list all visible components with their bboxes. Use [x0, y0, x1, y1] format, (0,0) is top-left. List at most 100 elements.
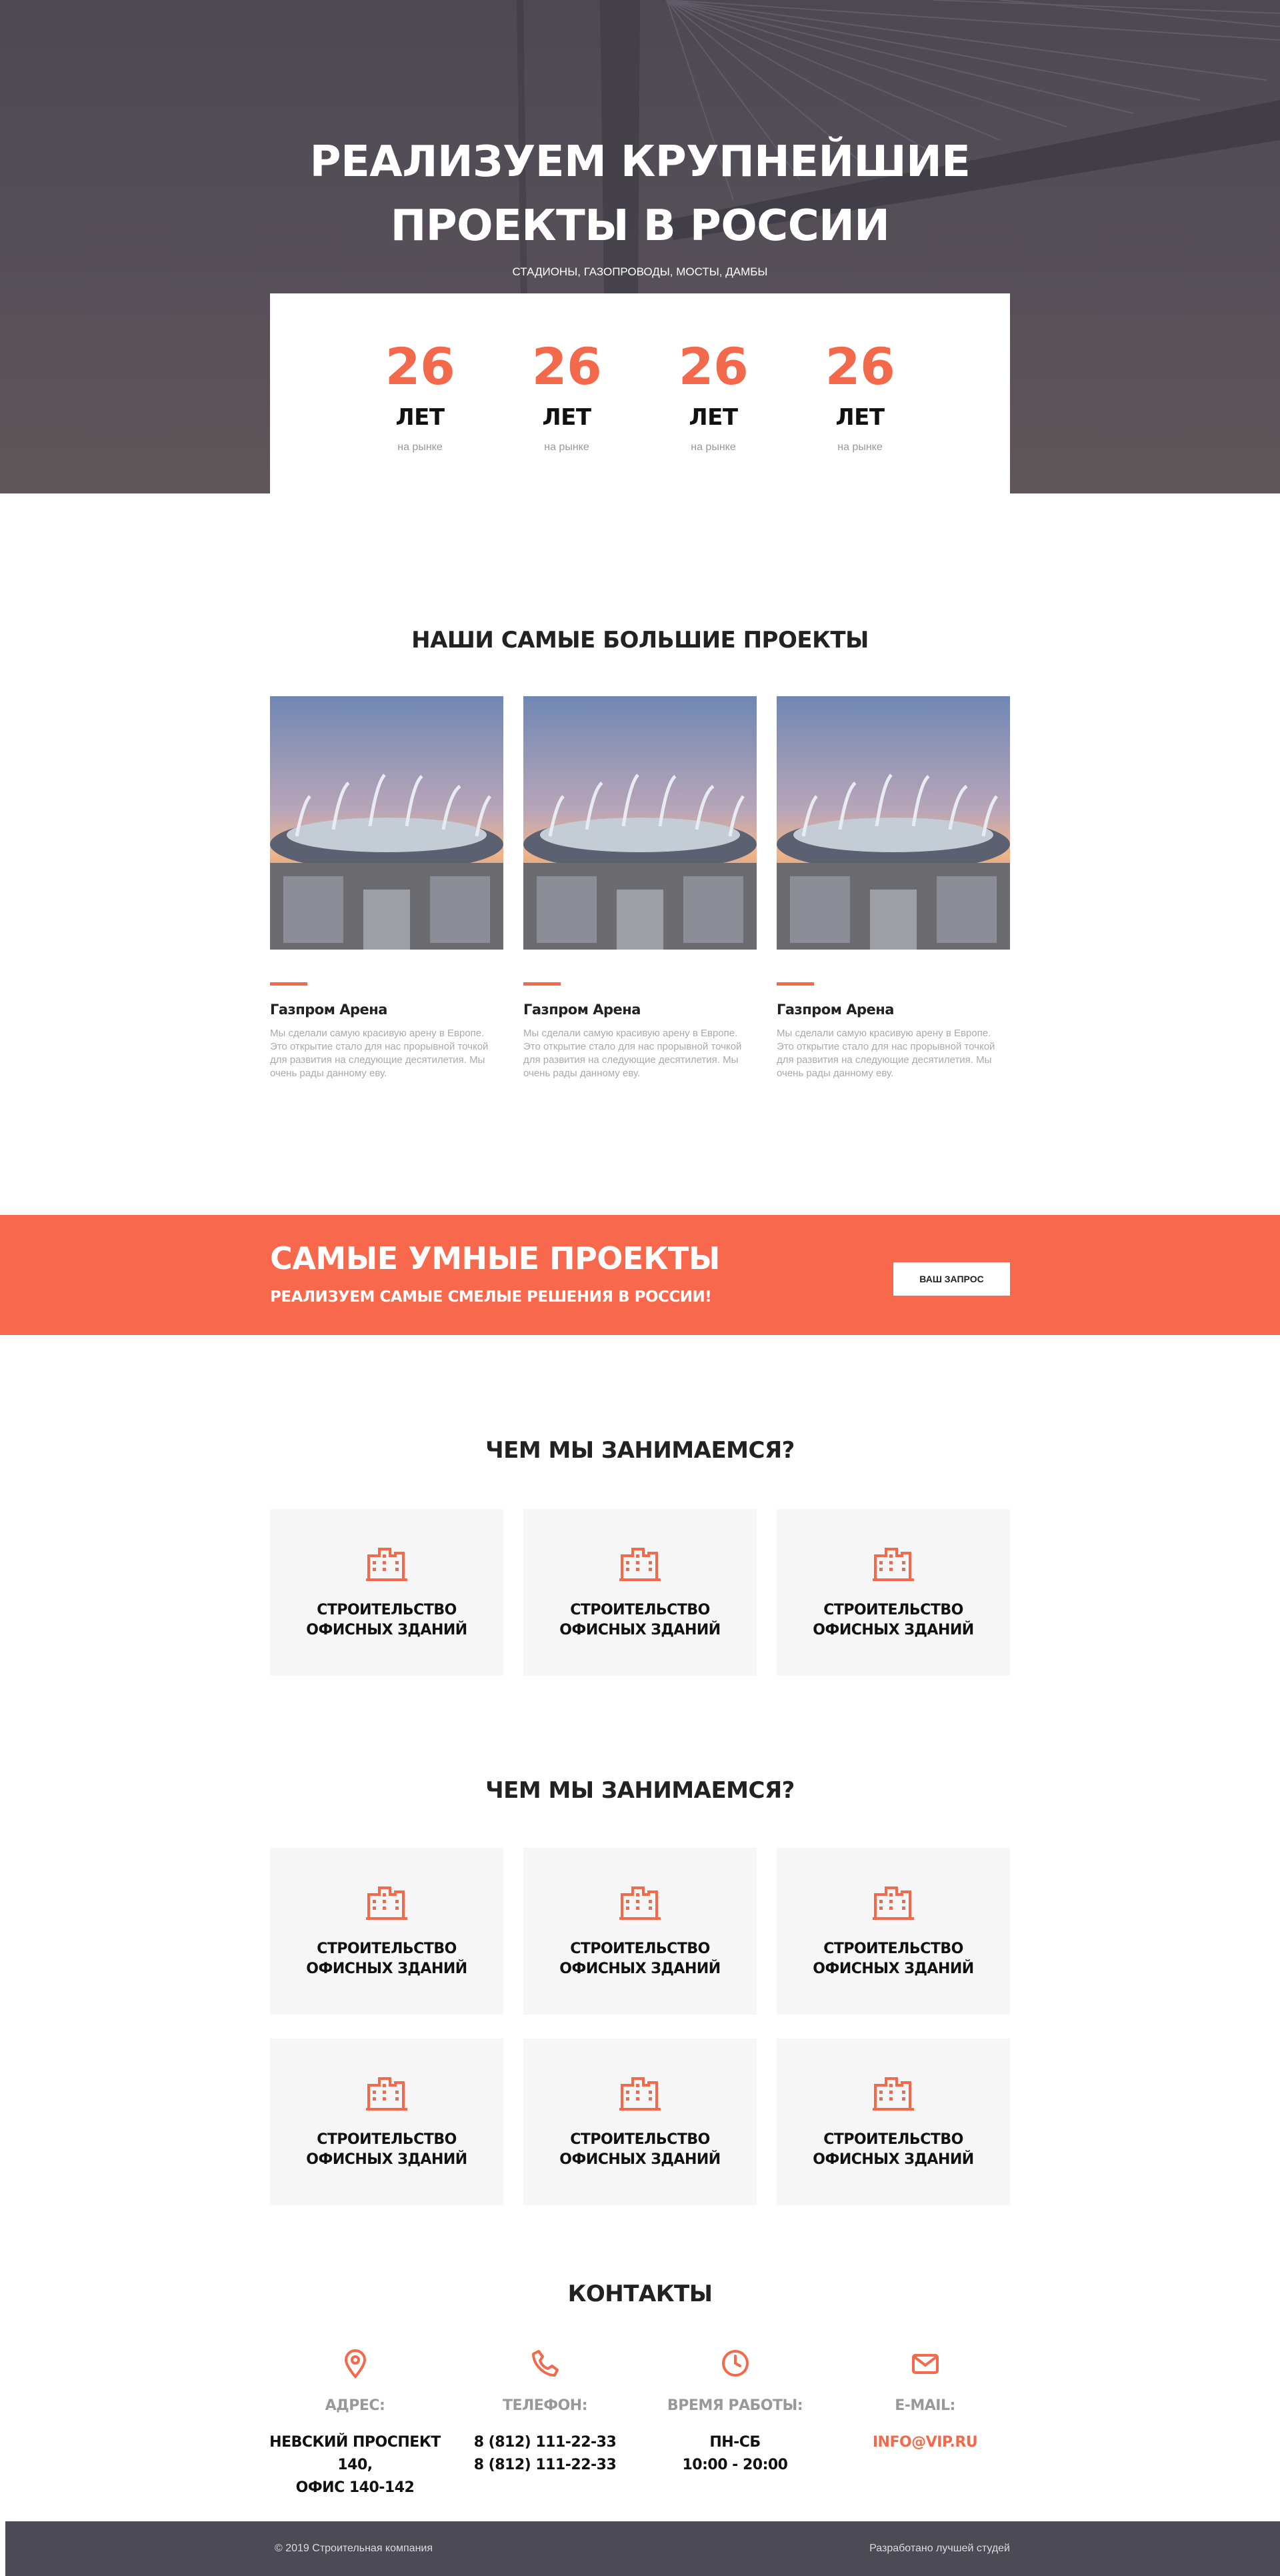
footer: © 2019 Строительная компания Разработано…	[5, 2521, 1280, 2576]
hero-title: РЕАЛИЗУЕМ КРУПНЕЙШИЕ ПРОЕКТЫ В РОССИИ	[0, 130, 1280, 258]
email-link[interactable]: INFO@VIP.RU	[830, 2431, 1020, 2454]
stat-caption: на рынке	[837, 441, 883, 453]
hero-subtitle: СТАДИОНЫ, ГАЗОПРОВОДЫ, МОСТЫ, ДАМБЫ	[512, 265, 768, 278]
contact-label: ТЕЛЕФОН:	[502, 2397, 588, 2414]
stat-caption: на рынке	[691, 441, 736, 453]
service-card[interactable]: СТРОИТЕЛЬСТВО ОФИСНЫХ ЗДАНИЙ	[777, 1848, 1010, 2015]
service-card[interactable]: СТРОИТЕЛЬСТВО ОФИСНЫХ ЗДАНИЙ	[270, 1509, 503, 1676]
cta-subtitle: РЕАЛИЗУЕМ САМЫЕ СМЕЛЫЕ РЕШЕНИЯ В РОССИИ!	[270, 1288, 712, 1306]
request-button[interactable]: ВАШ ЗАПРОС	[893, 1262, 1010, 1296]
cta-banner: САМЫЕ УМНЫЕ ПРОЕКТЫ РЕАЛИЗУЕМ САМЫЕ СМЕЛ…	[0, 1215, 1280, 1335]
service-card[interactable]: СТРОИТЕЛЬСТВО ОФИСНЫХ ЗДАНИЙ	[777, 2039, 1010, 2205]
service-card[interactable]: СТРОИТЕЛЬСТВО ОФИСНЫХ ЗДАНИЙ	[270, 1848, 503, 2015]
stat-item: 26 ЛЕТ на рынке	[640, 293, 787, 493]
project-card[interactable]: Газпром Арена Мы сделали самую красивую …	[777, 696, 1010, 1080]
service-label: СТРОИТЕЛЬСТВО ОФИСНЫХ ЗДАНИЙ	[270, 1600, 503, 1640]
service-label-line2: ОФИСНЫХ ЗДАНИЙ	[306, 2151, 467, 2168]
contact-label: E-MAIL:	[895, 2397, 955, 2414]
contact-value: ПН-СБ 10:00 - 20:00	[640, 2431, 830, 2477]
service-label-line2: ОФИСНЫХ ЗДАНИЙ	[559, 1622, 721, 1638]
service-card[interactable]: СТРОИТЕЛЬСТВО ОФИСНЫХ ЗДАНИЙ	[270, 2039, 503, 2205]
services-title: ЧЕМ МЫ ЗАНИМАЕМСЯ?	[485, 1437, 795, 1464]
services-section-1: ЧЕМ МЫ ЗАНИМАЕМСЯ? СТРОИТЕЛЬСТВО ОФИСНЫХ…	[0, 1437, 1280, 1676]
contacts-row: АДРЕС: НЕВСКИЙ ПРОСПЕКТ 140, ОФИС 140-14…	[260, 2347, 1020, 2499]
projects-grid: Газпром Арена Мы сделали самую красивую …	[270, 696, 1010, 1080]
service-label-line1: СТРОИТЕЛЬСТВО	[823, 2131, 963, 2148]
phone-line1[interactable]: 8 (812) 111-22-33	[450, 2431, 640, 2454]
building-icon	[619, 2077, 661, 2111]
accent-divider	[270, 982, 307, 986]
phone-icon	[531, 2350, 559, 2377]
hours-line2: 10:00 - 20:00	[682, 2457, 788, 2473]
hero-section: РЕАЛИЗУЕМ КРУПНЕЙШИЕ ПРОЕКТЫ В РОССИИ СТ…	[0, 0, 1280, 493]
service-card[interactable]: СТРОИТЕЛЬСТВО ОФИСНЫХ ЗДАНИЙ	[523, 1509, 757, 1676]
services-section-2: ЧЕМ МЫ ЗАНИМАЕМСЯ? СТРОИТЕЛЬСТВО ОФИСНЫХ…	[0, 1777, 1280, 2205]
projects-title: НАШИ САМЫЕ БОЛЬШИЕ ПРОЕКТЫ	[411, 627, 869, 654]
project-description: Мы сделали самую красивую арену в Европе…	[777, 1028, 995, 1079]
service-label-line1: СТРОИТЕЛЬСТВО	[317, 1941, 457, 1957]
contacts-section: КОНТАКТЫ АДРЕС: НЕВСКИЙ ПРОСПЕКТ 140, ОФ…	[0, 2281, 1280, 2496]
service-label-line2: ОФИСНЫХ ЗДАНИЙ	[813, 1961, 974, 1977]
service-label-line1: СТРОИТЕЛЬСТВО	[317, 2131, 457, 2148]
service-label: СТРОИТЕЛЬСТВО ОФИСНЫХ ЗДАНИЙ	[523, 2130, 757, 2170]
service-label-line2: ОФИСНЫХ ЗДАНИЙ	[813, 1622, 974, 1638]
service-label-line2: ОФИСНЫХ ЗДАНИЙ	[306, 1961, 467, 1977]
service-label-line2: ОФИСНЫХ ЗДАНИЙ	[306, 1622, 467, 1638]
service-label-line2: ОФИСНЫХ ЗДАНИЙ	[559, 2151, 721, 2168]
building-icon	[873, 2077, 914, 2111]
project-card[interactable]: Газпром Арена Мы сделали самую красивую …	[270, 696, 503, 1080]
projects-section: НАШИ САМЫЕ БОЛЬШИЕ ПРОЕКТЫ Газпром Арена…	[0, 627, 1280, 1079]
service-label-line1: СТРОИТЕЛЬСТВО	[570, 1941, 710, 1957]
contact-label: ВРЕМЯ РАБОТЫ:	[667, 2397, 803, 2414]
service-label-line1: СТРОИТЕЛЬСТВО	[823, 1602, 963, 1618]
service-card[interactable]: СТРОИТЕЛЬСТВО ОФИСНЫХ ЗДАНИЙ	[777, 1509, 1010, 1676]
stat-caption: на рынке	[397, 441, 443, 453]
service-card[interactable]: СТРОИТЕЛЬСТВО ОФИСНЫХ ЗДАНИЙ	[523, 2039, 757, 2205]
service-label: СТРОИТЕЛЬСТВО ОФИСНЫХ ЗДАНИЙ	[777, 1600, 1010, 1640]
service-label-line1: СТРОИТЕЛЬСТВО	[570, 2131, 710, 2148]
stat-unit: ЛЕТ	[835, 404, 885, 431]
cta-title: САМЫЕ УМНЫЕ ПРОЕКТЫ	[270, 1240, 720, 1276]
stat-item: 26 ЛЕТ на рынке	[787, 293, 933, 493]
stat-number: 26	[531, 337, 602, 396]
contact-address: АДРЕС: НЕВСКИЙ ПРОСПЕКТ 140, ОФИС 140-14…	[260, 2347, 450, 2499]
stat-number: 26	[825, 337, 895, 396]
stat-item: 26 ЛЕТ на рынке	[493, 293, 640, 493]
accent-divider	[777, 982, 814, 986]
contact-value: НЕВСКИЙ ПРОСПЕКТ 140, ОФИС 140-142	[260, 2431, 450, 2499]
phone-line2[interactable]: 8 (812) 111-22-33	[450, 2454, 640, 2477]
project-name: Газпром Арена	[777, 1002, 894, 1018]
project-description: Мы сделали самую красивую арену в Европе…	[523, 1028, 742, 1079]
stat-item: 26 ЛЕТ на рынке	[347, 293, 493, 493]
stat-unit: ЛЕТ	[542, 404, 591, 431]
service-label: СТРОИТЕЛЬСТВО ОФИСНЫХ ЗДАНИЙ	[523, 1939, 757, 1979]
footer-credit[interactable]: Разработано лучшей студей	[869, 2543, 1010, 2555]
contact-phone: ТЕЛЕФОН: 8 (812) 111-22-33 8 (812) 111-2…	[450, 2347, 640, 2499]
building-icon	[366, 2077, 407, 2111]
stadium-image	[523, 696, 757, 950]
services-title: ЧЕМ МЫ ЗАНИМАЕМСЯ?	[485, 1777, 795, 1804]
project-card[interactable]: Газпром Арена Мы сделали самую красивую …	[523, 696, 757, 1080]
service-label: СТРОИТЕЛЬСТВО ОФИСНЫХ ЗДАНИЙ	[270, 1939, 503, 1979]
building-icon	[873, 1548, 914, 1581]
building-icon	[873, 1886, 914, 1920]
stats-panel: 26 ЛЕТ на рынке 26 ЛЕТ на рынке 26 ЛЕТ н…	[270, 293, 1010, 493]
clock-icon	[721, 2350, 749, 2377]
stadium-image	[270, 696, 503, 950]
service-label: СТРОИТЕЛЬСТВО ОФИСНЫХ ЗДАНИЙ	[523, 1600, 757, 1640]
footer-copyright: © 2019 Строительная компания	[275, 2543, 433, 2554]
stat-caption: на рынке	[544, 441, 589, 453]
service-label: СТРОИТЕЛЬСТВО ОФИСНЫХ ЗДАНИЙ	[270, 2130, 503, 2170]
map-pin-icon	[344, 2349, 366, 2379]
service-card[interactable]: СТРОИТЕЛЬСТВО ОФИСНЫХ ЗДАНИЙ	[523, 1848, 757, 2015]
contact-label: АДРЕС:	[325, 2397, 385, 2414]
building-icon	[619, 1886, 661, 1920]
contact-hours: ВРЕМЯ РАБОТЫ: ПН-СБ 10:00 - 20:00	[640, 2347, 830, 2499]
building-icon	[366, 1886, 407, 1920]
address-line1: НЕВСКИЙ ПРОСПЕКТ 140,	[269, 2434, 441, 2473]
building-icon	[366, 1548, 407, 1581]
hero-title-line1: РЕАЛИЗУЕМ КРУПНЕЙШИЕ	[309, 137, 971, 187]
mail-icon	[911, 2354, 939, 2374]
services-grid: СТРОИТЕЛЬСТВО ОФИСНЫХ ЗДАНИЙ СТРОИТЕЛЬСТ…	[270, 1509, 1010, 1676]
service-label-line1: СТРОИТЕЛЬСТВО	[570, 1602, 710, 1618]
